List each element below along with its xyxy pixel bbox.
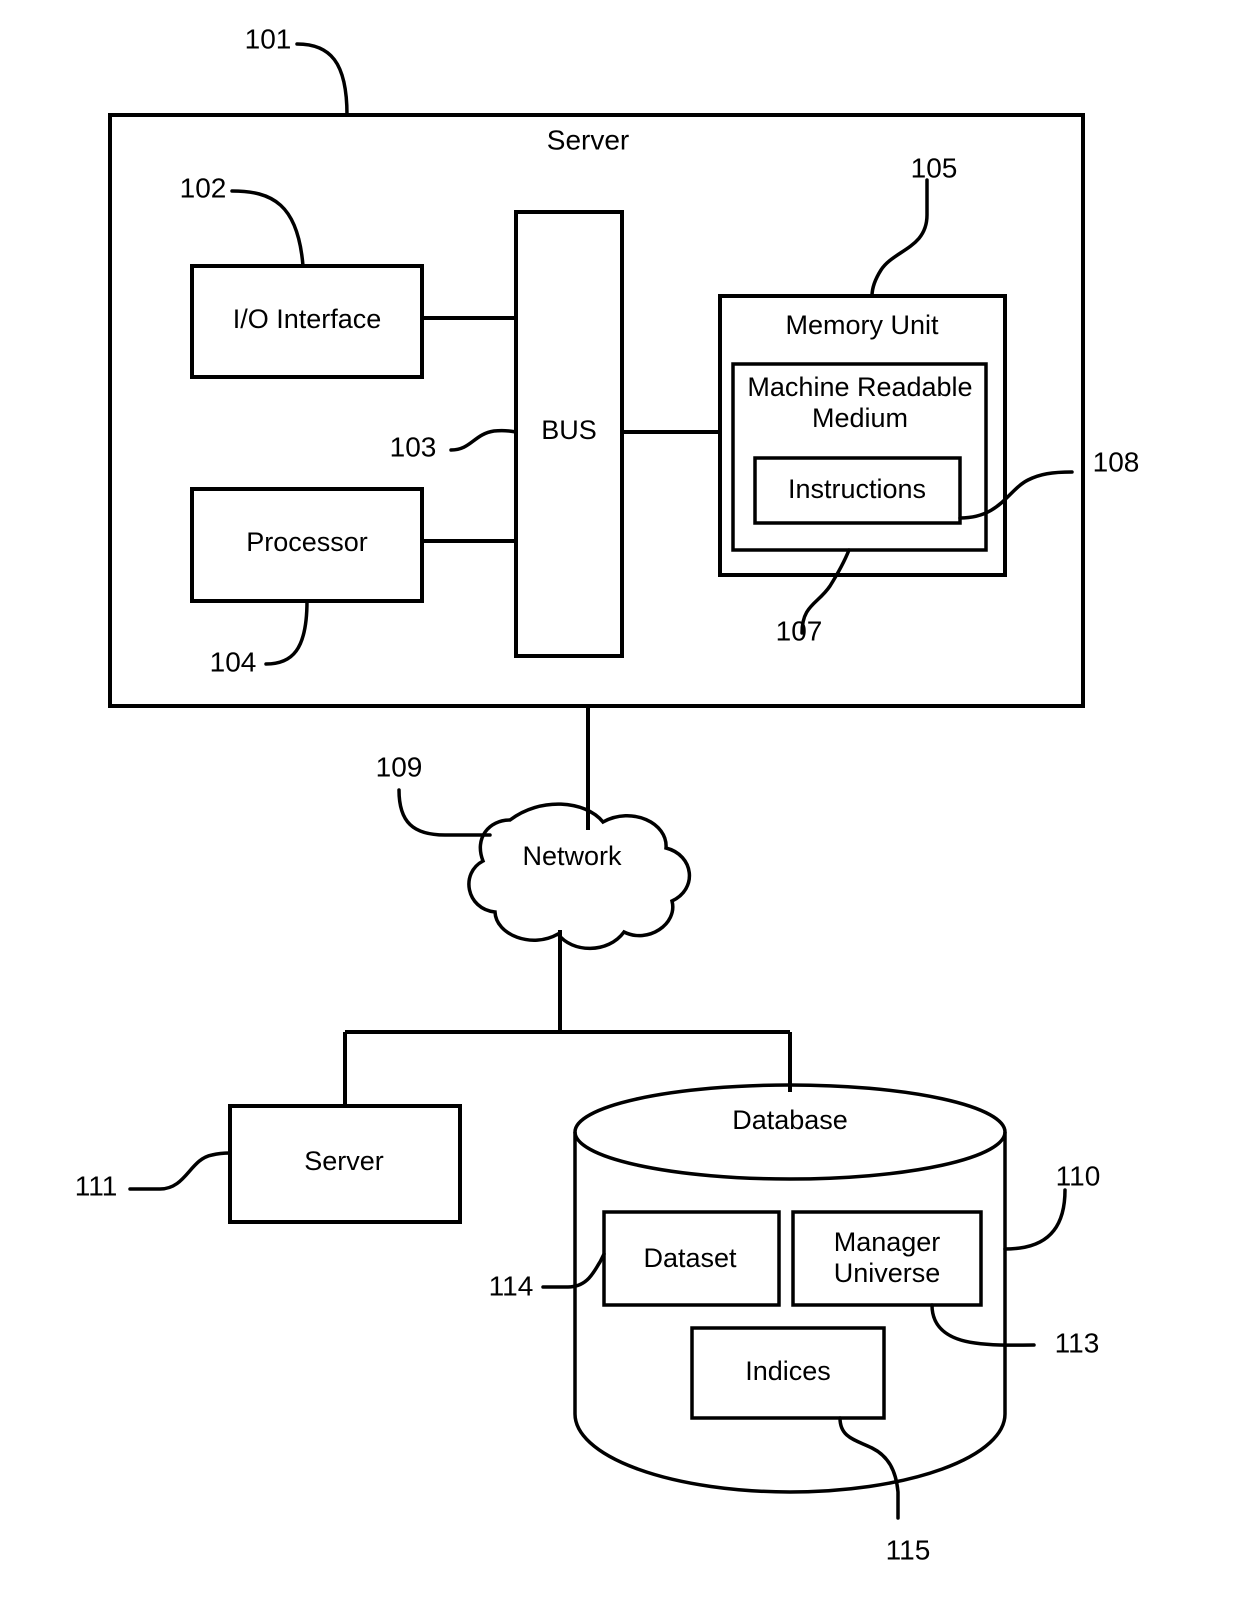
diagram-canvas: Server 101 I/O Interface 102 Processor 1… [75, 23, 1140, 1565]
ref-107: 107 [776, 615, 823, 646]
server-system-label: Server [547, 124, 629, 155]
ref-105: 105 [911, 152, 958, 183]
network-cloud [467, 802, 691, 951]
network-label: Network [522, 841, 622, 871]
ref-109: 109 [376, 751, 423, 782]
ref-101: 101 [245, 23, 292, 54]
memory-unit-label: Memory Unit [785, 310, 939, 340]
ref-114: 114 [489, 1270, 534, 1301]
ref-104: 104 [210, 646, 257, 677]
dataset-label: Dataset [643, 1243, 737, 1273]
patent-figure: Server 101 I/O Interface 102 Processor 1… [0, 0, 1240, 1602]
machine-readable-medium-label-line1: Machine Readable [747, 372, 972, 402]
leader-111 [128, 1151, 232, 1191]
ref-115: 115 [886, 1534, 931, 1565]
database-label: Database [732, 1105, 848, 1135]
ref-111: 111 [75, 1170, 118, 1201]
database-cylinder-fill [575, 1132, 1005, 1492]
ref-103: 103 [390, 431, 437, 462]
leader-109 [397, 788, 492, 837]
leader-110 [1003, 1188, 1067, 1251]
ref-110: 110 [1056, 1160, 1101, 1191]
remote-server-label: Server [304, 1146, 384, 1176]
ref-102: 102 [180, 172, 227, 203]
processor-label: Processor [246, 527, 368, 557]
ref-113: 113 [1055, 1327, 1100, 1358]
io-interface-label: I/O Interface [233, 304, 382, 334]
leader-101 [295, 42, 349, 117]
manager-universe-label-line2: Universe [834, 1258, 941, 1288]
instructions-label: Instructions [788, 474, 926, 504]
bus-label: BUS [541, 415, 597, 445]
manager-universe-label-line1: Manager [834, 1227, 941, 1257]
indices-label: Indices [745, 1356, 831, 1386]
machine-readable-medium-label-line2: Medium [812, 403, 908, 433]
ref-108: 108 [1093, 446, 1140, 477]
